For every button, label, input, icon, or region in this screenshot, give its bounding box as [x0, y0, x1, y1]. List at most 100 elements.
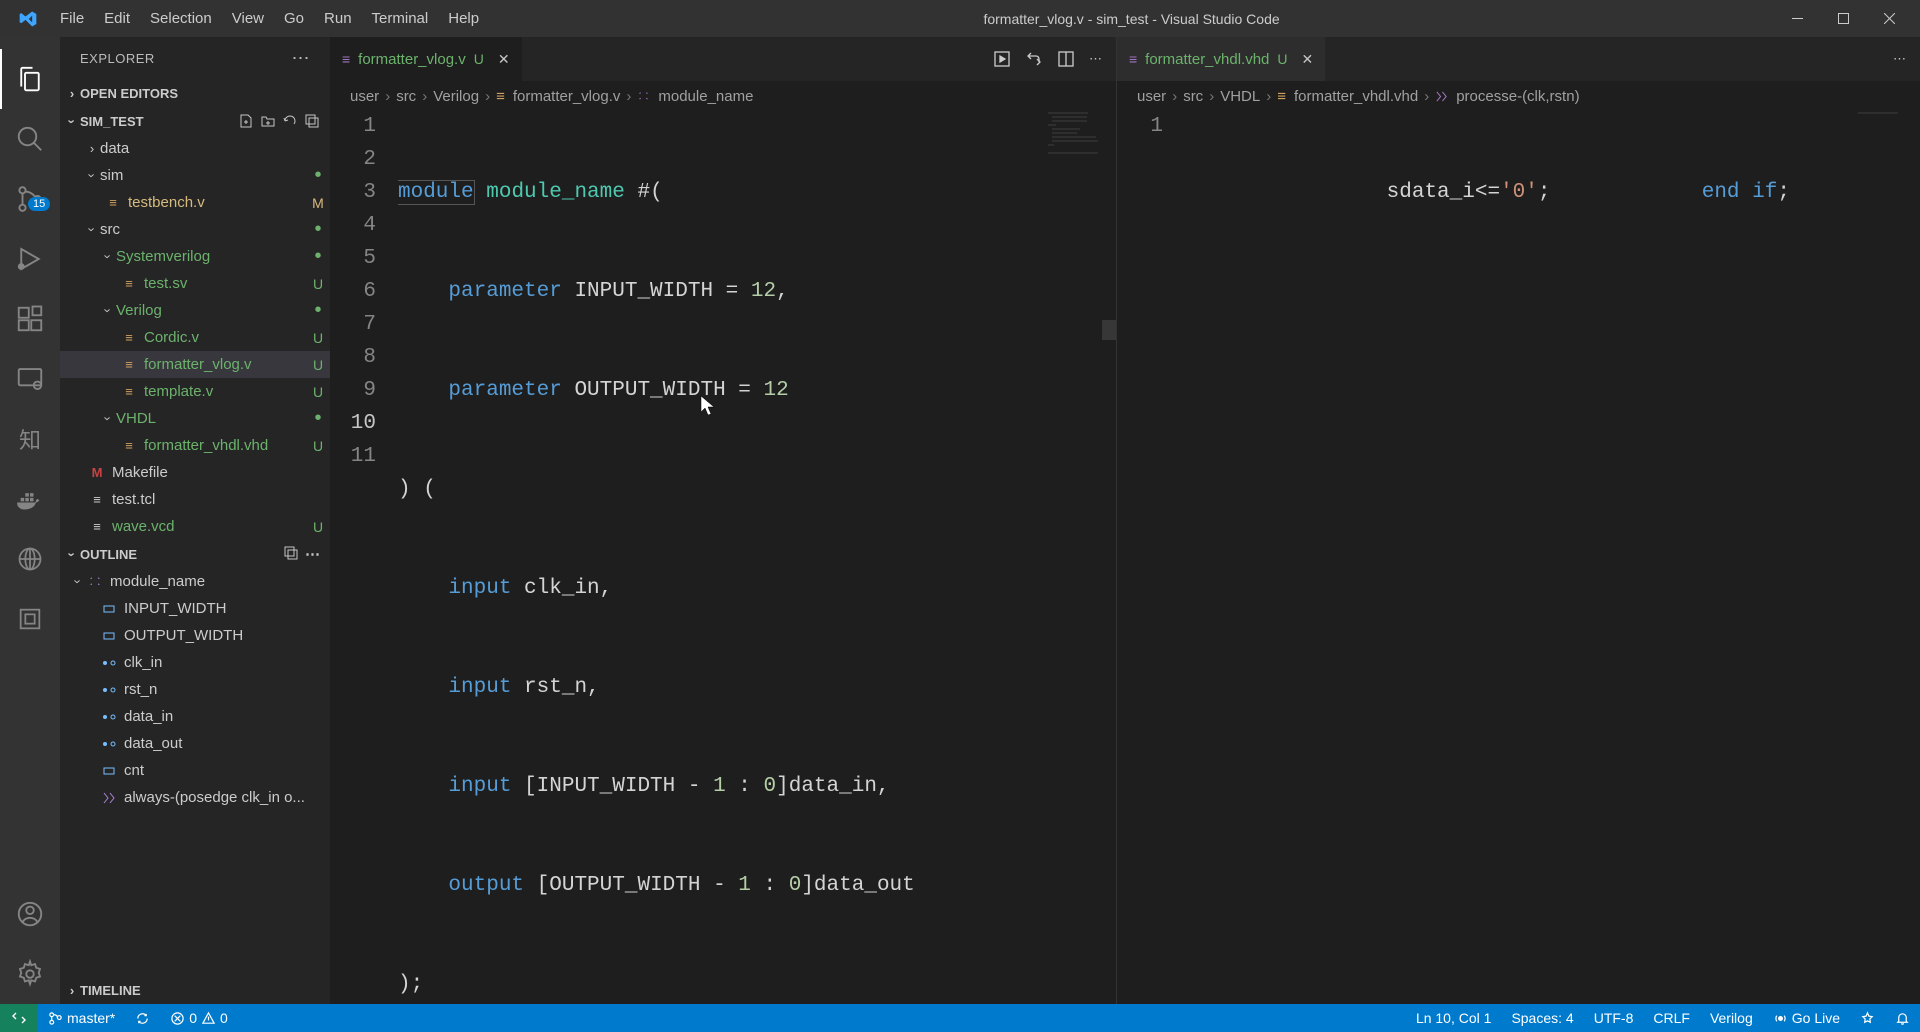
code-text[interactable]: sdata_i<='0'; end if;: [1185, 110, 1920, 1004]
tree-file-testsv[interactable]: ≡ test.sv U: [60, 270, 330, 297]
crumb-src[interactable]: src: [1183, 88, 1203, 105]
refresh-icon[interactable]: [282, 113, 298, 129]
menu-run[interactable]: Run: [314, 6, 362, 31]
tree-folder-sim[interactable]: › sim •: [60, 162, 330, 189]
minimap[interactable]: [1044, 110, 1104, 1004]
status-encoding[interactable]: UTF-8: [1584, 1004, 1644, 1032]
breadcrumb[interactable]: user › src › Verilog › ≡ formatter_vlog.…: [330, 82, 1116, 110]
tree-file-makefile[interactable]: M Makefile: [60, 459, 330, 486]
activity-settings[interactable]: [0, 944, 60, 1004]
outline-input-width[interactable]: INPUT_WIDTH: [60, 595, 330, 622]
status-remote[interactable]: [0, 1004, 38, 1032]
maximize-button[interactable]: [1820, 4, 1866, 34]
tree-folder-systemverilog[interactable]: › Systemverilog •: [60, 243, 330, 270]
crumb-vhdl[interactable]: VHDL: [1220, 88, 1260, 105]
menu-view[interactable]: View: [222, 6, 274, 31]
collapse-all-icon[interactable]: [304, 113, 320, 129]
activity-zhi[interactable]: 知: [0, 409, 60, 469]
tree-folder-src[interactable]: › src •: [60, 216, 330, 243]
outline-module[interactable]: › module_name: [60, 568, 330, 595]
tree-file-formatter-vlog[interactable]: ≡ formatter_vlog.v U: [60, 351, 330, 378]
tree-folder-data[interactable]: › data: [60, 135, 330, 162]
more-icon[interactable]: ⋯: [1893, 51, 1906, 67]
collapse-icon[interactable]: [283, 545, 299, 563]
status-golive[interactable]: Go Live: [1763, 1004, 1850, 1032]
code-area-left[interactable]: 1 2 3 4 5 6 7 8 9 10 11 module module_na…: [330, 110, 1116, 1004]
tree-folder-vhdl[interactable]: › VHDL •: [60, 405, 330, 432]
status-spaces[interactable]: Spaces: 4: [1501, 1004, 1583, 1032]
menu-file[interactable]: File: [50, 6, 94, 31]
split-icon[interactable]: [1057, 50, 1075, 68]
crumb-user[interactable]: user: [1137, 88, 1166, 105]
menu-edit[interactable]: Edit: [94, 6, 140, 31]
more-icon[interactable]: ⋯: [305, 545, 320, 563]
status-branch[interactable]: master*: [38, 1004, 125, 1032]
section-workspace[interactable]: › SIM_TEST: [60, 107, 330, 135]
run-icon[interactable]: [993, 50, 1011, 68]
menu-help[interactable]: Help: [438, 6, 489, 31]
activity-explorer[interactable]: [0, 49, 60, 109]
section-outline[interactable]: › OUTLINE ⋯: [60, 540, 330, 568]
close-icon[interactable]: ✕: [498, 51, 510, 68]
section-timeline[interactable]: › TIMELINE: [60, 976, 330, 1004]
tree-file-testbench[interactable]: ≡ testbench.v M: [60, 189, 330, 216]
activity-outline-extra[interactable]: [0, 589, 60, 649]
menu-go[interactable]: Go: [274, 6, 314, 31]
crumb-file[interactable]: formatter_vhdl.vhd: [1294, 88, 1418, 105]
sv-file-icon: ≡: [120, 276, 138, 291]
activity-account[interactable]: [0, 884, 60, 944]
outline-always[interactable]: always-(posedge clk_in o...: [60, 784, 330, 811]
sidebar-more-icon[interactable]: ⋯: [292, 48, 311, 69]
outline-data-out[interactable]: data_out: [60, 730, 330, 757]
crumb-symbol[interactable]: processe-(clk,rstn): [1456, 88, 1579, 105]
activity-remote[interactable]: [0, 349, 60, 409]
tab-formatter-vhdl[interactable]: ≡ formatter_vhdl.vhd U ✕: [1117, 37, 1326, 81]
activity-remote-explorer[interactable]: [0, 529, 60, 589]
status-sync[interactable]: [125, 1004, 160, 1032]
activity-scm[interactable]: 15: [0, 169, 60, 229]
activity-docker[interactable]: [0, 469, 60, 529]
close-button[interactable]: [1866, 4, 1912, 34]
crumb-verilog[interactable]: Verilog: [433, 88, 479, 105]
status-feedback[interactable]: [1850, 1004, 1885, 1032]
status-eol[interactable]: CRLF: [1643, 1004, 1700, 1032]
new-folder-icon[interactable]: [260, 113, 276, 129]
crumb-src[interactable]: src: [396, 88, 416, 105]
new-file-icon[interactable]: [238, 113, 254, 129]
crumb-user[interactable]: user: [350, 88, 379, 105]
tab-formatter-vlog[interactable]: ≡ formatter_vlog.v U ✕: [330, 37, 523, 81]
menu-selection[interactable]: Selection: [140, 6, 222, 31]
activity-run[interactable]: [0, 229, 60, 289]
outline-clk-in[interactable]: clk_in: [60, 649, 330, 676]
line-number: 9: [330, 374, 376, 407]
scrollbar-marker[interactable]: [1102, 320, 1116, 340]
code-area-right[interactable]: 1 sdata_i<='0'; end if;: [1117, 110, 1920, 1004]
crumb-file[interactable]: formatter_vlog.v: [513, 88, 621, 105]
tree-file-cordic[interactable]: ≡ Cordic.v U: [60, 324, 330, 351]
minimize-button[interactable]: [1774, 4, 1820, 34]
outline-cnt[interactable]: cnt: [60, 757, 330, 784]
section-open-editors[interactable]: › OPEN EDITORS: [60, 79, 330, 107]
activity-search[interactable]: [0, 109, 60, 169]
crumb-symbol[interactable]: module_name: [658, 88, 753, 105]
status-language[interactable]: Verilog: [1700, 1004, 1763, 1032]
more-icon[interactable]: ⋯: [1089, 51, 1102, 67]
breadcrumb[interactable]: user › src › VHDL › ≡ formatter_vhdl.vhd…: [1117, 82, 1920, 110]
tree-folder-verilog[interactable]: › Verilog •: [60, 297, 330, 324]
tree-file-vcd[interactable]: ≡ wave.vcd U: [60, 513, 330, 540]
status-problems[interactable]: 0 0: [160, 1004, 238, 1032]
menu-terminal[interactable]: Terminal: [362, 6, 439, 31]
outline-rst-n[interactable]: rst_n: [60, 676, 330, 703]
close-icon[interactable]: ✕: [1302, 51, 1314, 68]
code-text[interactable]: module module_name #( parameter INPUT_WI…: [398, 110, 1116, 1004]
tree-file-tcl[interactable]: ≡ test.tcl: [60, 486, 330, 513]
activity-extensions[interactable]: [0, 289, 60, 349]
outline-data-in[interactable]: data_in: [60, 703, 330, 730]
diff-icon[interactable]: [1025, 50, 1043, 68]
status-bell[interactable]: [1885, 1004, 1920, 1032]
minimap[interactable]: [1848, 110, 1908, 1004]
outline-output-width[interactable]: OUTPUT_WIDTH: [60, 622, 330, 649]
tree-file-formatter-vhdl[interactable]: ≡ formatter_vhdl.vhd U: [60, 432, 330, 459]
status-lncol[interactable]: Ln 10, Col 1: [1406, 1004, 1502, 1032]
tree-file-template[interactable]: ≡ template.v U: [60, 378, 330, 405]
